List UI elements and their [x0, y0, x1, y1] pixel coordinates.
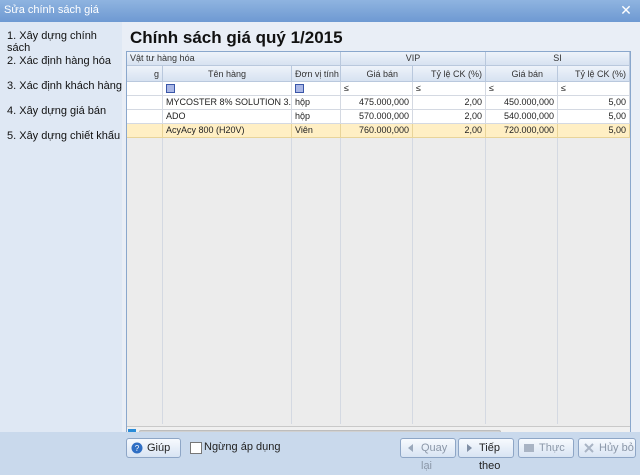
- back-button[interactable]: Quay lại: [400, 438, 456, 472]
- finish-icon: [524, 444, 534, 452]
- help-label: Giúp: [147, 442, 171, 454]
- table-row[interactable]: [127, 110, 163, 124]
- grid-line: [340, 138, 341, 424]
- discontinue-label: Ngừng áp dụng: [204, 441, 281, 453]
- cell-unit[interactable]: hộp: [292, 96, 341, 110]
- table-row[interactable]: [127, 96, 163, 110]
- cell-si-discount[interactable]: 5,00: [558, 110, 630, 124]
- cell-si-discount[interactable]: 5,00: [558, 96, 630, 110]
- col-header-vip-discount[interactable]: Tỷ lệ CK (%): [413, 66, 486, 82]
- cell-vip-discount[interactable]: 2,00: [413, 110, 486, 124]
- main-content: Chính sách giá quý 1/2015 Vật tư hàng hó…: [122, 22, 640, 442]
- cell-si-price[interactable]: 450.000,000: [486, 96, 558, 110]
- arrow-right-icon: [467, 444, 472, 452]
- col-header-si-discount[interactable]: Tỷ lệ CK (%): [558, 66, 630, 82]
- table-row-selected[interactable]: [127, 124, 163, 138]
- filter-code[interactable]: [127, 82, 163, 96]
- cell-unit[interactable]: Viên: [292, 124, 341, 138]
- grid-line: [291, 138, 292, 424]
- arrow-left-icon: [408, 444, 413, 452]
- cancel-icon: [584, 443, 594, 453]
- step-prices[interactable]: 4. Xây dựng giá bán: [7, 105, 106, 117]
- finish-label: Thực hiện: [539, 442, 565, 454]
- cell-vip-price[interactable]: 475.000,000: [341, 96, 413, 110]
- help-button[interactable]: ? Giúp: [126, 438, 181, 458]
- filter-si-price[interactable]: ≤: [486, 82, 558, 96]
- next-button[interactable]: Tiếp theo: [458, 438, 514, 472]
- page-title: Chính sách giá quý 1/2015: [130, 28, 343, 47]
- cell-si-discount[interactable]: 5,00: [558, 124, 630, 138]
- back-label: Quay lại: [421, 442, 448, 472]
- window-title: Sửa chính sách giá: [4, 4, 99, 16]
- filter-unit[interactable]: [292, 82, 341, 96]
- cell-name[interactable]: AcyAcy 800 (H20V): [163, 124, 292, 138]
- band-vip: VIP: [341, 52, 486, 66]
- filter-si-discount[interactable]: ≤: [558, 82, 630, 96]
- discontinue-checkbox[interactable]: [190, 442, 202, 454]
- wizard-steps-sidebar: 1. Xây dựng chính sách 2. Xác định hàng …: [0, 22, 122, 432]
- cell-vip-price[interactable]: 570.000,000: [341, 110, 413, 124]
- next-label: Tiếp theo: [479, 442, 501, 472]
- step-discounts[interactable]: 5. Xây dựng chiết khấu: [7, 130, 120, 142]
- grid-line: [162, 138, 163, 424]
- cell-name[interactable]: MYCOSTER 8% SOLUTION 3...: [163, 96, 292, 110]
- step-goods[interactable]: 2. Xác định hàng hóa: [7, 55, 111, 67]
- step-policy[interactable]: 1. Xây dựng chính sách: [7, 30, 122, 54]
- cell-vip-discount[interactable]: 2,00: [413, 96, 486, 110]
- cell-si-price[interactable]: 720.000,000: [486, 124, 558, 138]
- filter-name[interactable]: [163, 82, 292, 96]
- window-titlebar: Sửa chính sách giá ✕: [0, 0, 640, 22]
- col-header-unit[interactable]: Đơn vị tính: [292, 66, 341, 82]
- col-header-name[interactable]: Tên hàng: [163, 66, 292, 82]
- col-header-vip-price[interactable]: Giá bán: [341, 66, 413, 82]
- close-icon[interactable]: ✕: [618, 2, 634, 18]
- grid-line: [557, 138, 558, 424]
- band-goods: Vật tư hàng hóa: [127, 52, 341, 66]
- grid-line: [485, 138, 486, 424]
- filter-operator-icon[interactable]: [166, 84, 175, 94]
- help-icon: ?: [131, 442, 143, 454]
- filter-vip-discount[interactable]: ≤: [413, 82, 486, 96]
- cell-unit[interactable]: hộp: [292, 110, 341, 124]
- wizard-footer: ? Giúp Ngừng áp dụng Quay lại Tiếp theo …: [0, 432, 640, 472]
- col-header-si-price[interactable]: Giá bán: [486, 66, 558, 82]
- filter-vip-price[interactable]: ≤: [341, 82, 413, 96]
- filter-operator-icon[interactable]: [295, 84, 304, 94]
- price-grid[interactable]: Vật tư hàng hóa VIP SI g Tên hàng Đơn vị…: [126, 51, 631, 442]
- finish-button[interactable]: Thực hiện: [518, 438, 574, 458]
- band-si: SI: [486, 52, 630, 66]
- svg-text:?: ?: [135, 444, 140, 453]
- cell-vip-discount[interactable]: 2,00: [413, 124, 486, 138]
- cell-vip-price[interactable]: 760.000,000: [341, 124, 413, 138]
- cell-si-price[interactable]: 540.000,000: [486, 110, 558, 124]
- cell-name[interactable]: ADO: [163, 110, 292, 124]
- step-customers[interactable]: 3. Xác định khách hàng: [7, 80, 122, 92]
- cancel-label: Hủy bỏ: [599, 442, 634, 454]
- col-header-code[interactable]: g: [127, 66, 163, 82]
- grid-line: [412, 138, 413, 424]
- cancel-button[interactable]: Hủy bỏ: [578, 438, 636, 458]
